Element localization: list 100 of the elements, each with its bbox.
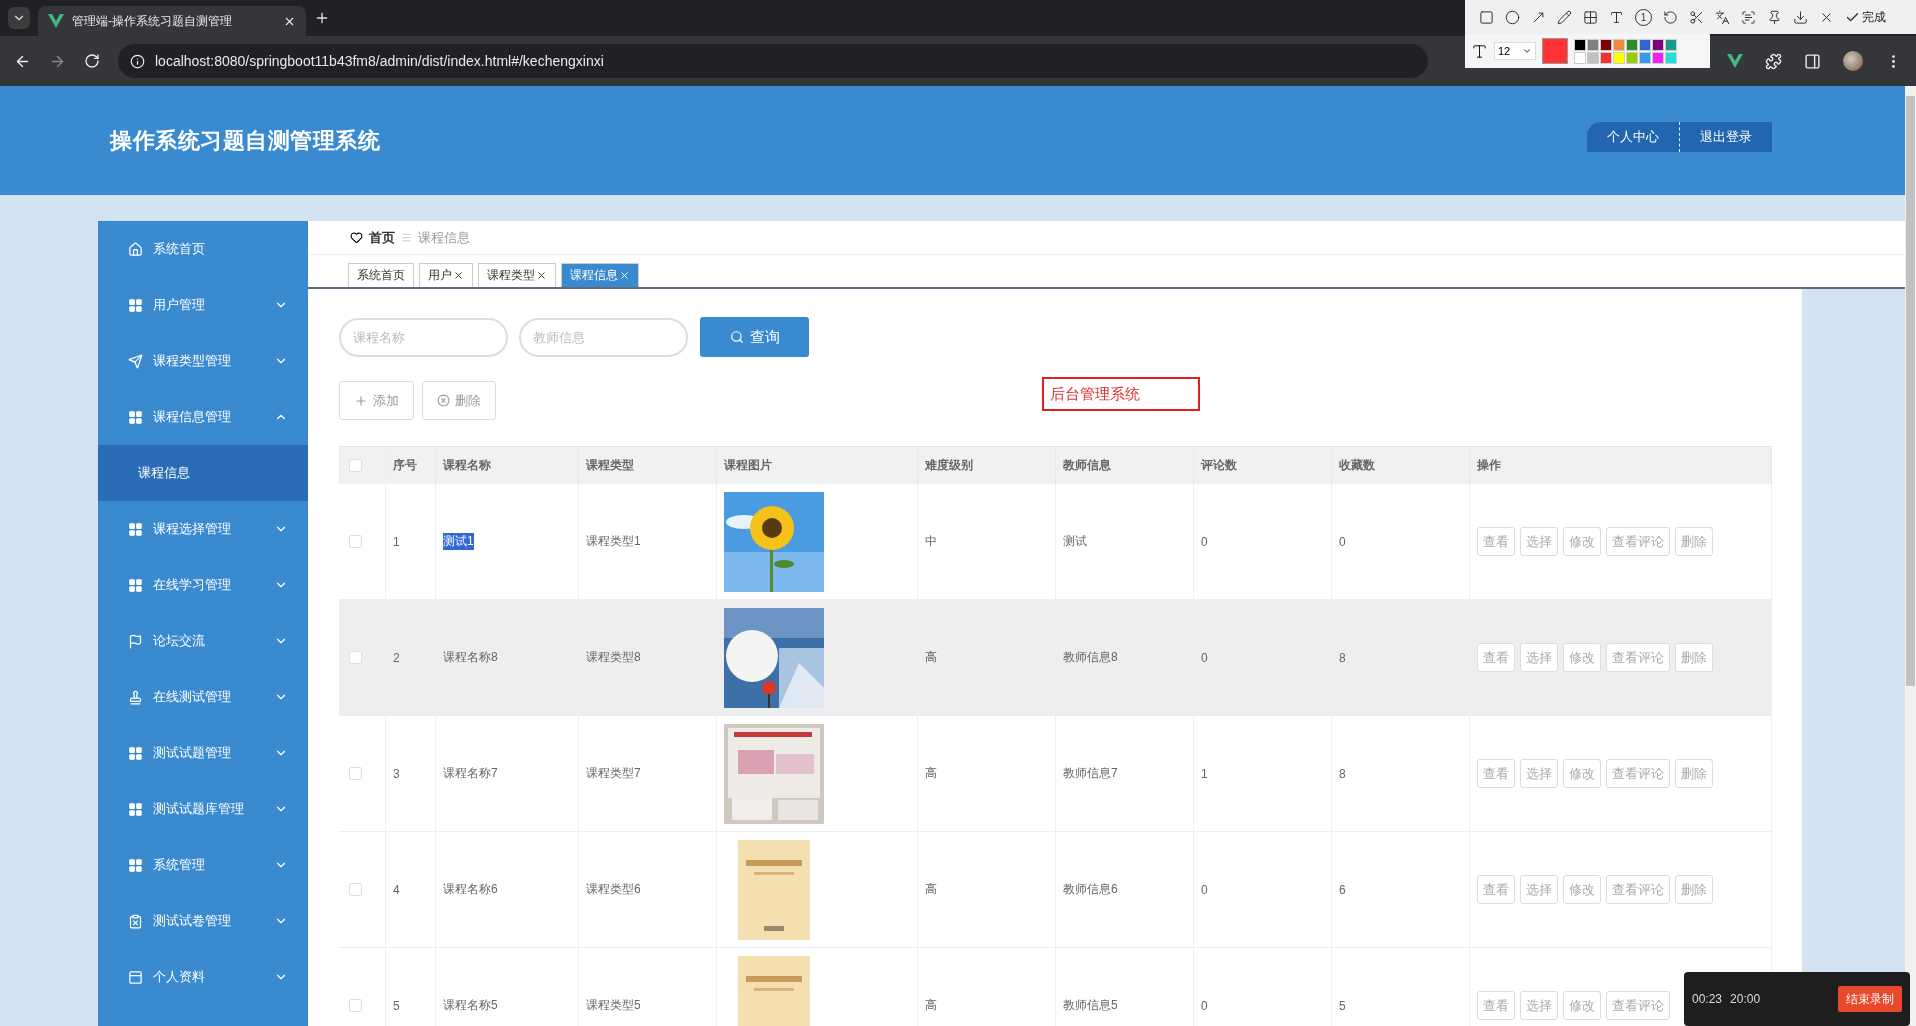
action-button[interactable]: 修改 bbox=[1563, 991, 1601, 1020]
sidebar-item[interactable]: 课程信息管理 bbox=[98, 389, 308, 445]
download-icon[interactable] bbox=[1793, 9, 1808, 25]
action-button[interactable]: 查看 bbox=[1477, 643, 1515, 672]
translate-icon[interactable] bbox=[1715, 9, 1730, 25]
checkbox[interactable] bbox=[349, 651, 362, 664]
breadcrumb-link[interactable]: 首页 bbox=[369, 228, 395, 247]
action-button[interactable]: 查看评论 bbox=[1606, 527, 1670, 556]
sidebar-item[interactable]: 测试试题库管理 bbox=[98, 781, 308, 837]
action-button[interactable]: 删除 bbox=[1675, 643, 1713, 672]
sidebar-item[interactable]: 系统管理 bbox=[98, 837, 308, 893]
search-field[interactable]: 课程名称 bbox=[339, 317, 508, 357]
color-swatch[interactable] bbox=[1626, 38, 1638, 51]
font-size-select[interactable]: 12 bbox=[1494, 42, 1536, 60]
sidebar-item[interactable]: 测试试卷管理 bbox=[98, 893, 308, 949]
action-button[interactable]: 修改 bbox=[1563, 759, 1601, 788]
reload-icon[interactable] bbox=[84, 53, 100, 69]
color-swatch[interactable] bbox=[1652, 38, 1664, 51]
close-icon[interactable] bbox=[453, 270, 464, 281]
action-button[interactable]: 选择 bbox=[1520, 875, 1558, 904]
color-swatch[interactable] bbox=[1587, 51, 1599, 64]
action-button[interactable]: 选择 bbox=[1520, 991, 1558, 1020]
color-swatch[interactable] bbox=[1665, 51, 1677, 64]
browser-tab[interactable]: 管理端-操作系统习题自测管理 bbox=[38, 6, 306, 36]
color-swatch[interactable] bbox=[1613, 51, 1625, 64]
color-swatch[interactable] bbox=[1600, 51, 1612, 64]
action-button[interactable]: 查看评论 bbox=[1606, 875, 1670, 904]
text-tool-icon[interactable] bbox=[1609, 9, 1624, 25]
checkbox[interactable] bbox=[349, 535, 362, 548]
rectangle-tool-icon[interactable] bbox=[1479, 9, 1494, 25]
current-color-swatch[interactable] bbox=[1542, 38, 1568, 64]
color-swatch[interactable] bbox=[1574, 38, 1586, 51]
undo-icon[interactable] bbox=[1663, 9, 1678, 25]
checkbox[interactable] bbox=[349, 459, 362, 472]
sidebar-item[interactable]: 在线测试管理 bbox=[98, 669, 308, 725]
sidebar-item[interactable]: 课程选择管理 bbox=[98, 501, 308, 557]
scissors-icon[interactable] bbox=[1689, 9, 1704, 25]
new-tab-icon[interactable] bbox=[314, 10, 330, 26]
action-button[interactable]: 查看评论 bbox=[1606, 759, 1670, 788]
pencil-tool-icon[interactable] bbox=[1557, 9, 1572, 25]
checkbox[interactable] bbox=[349, 767, 362, 780]
delete-button[interactable]: 删除 bbox=[422, 381, 496, 420]
color-swatch[interactable] bbox=[1652, 51, 1664, 64]
sidebar-item[interactable]: 测试试题管理 bbox=[98, 725, 308, 781]
scan-text-icon[interactable] bbox=[1741, 9, 1756, 25]
stop-recording-button[interactable]: 结束录制 bbox=[1838, 986, 1902, 1012]
color-swatch[interactable] bbox=[1613, 38, 1625, 51]
color-swatch[interactable] bbox=[1600, 38, 1612, 51]
color-swatch[interactable] bbox=[1639, 51, 1651, 64]
checkbox[interactable] bbox=[349, 883, 362, 896]
search-button[interactable]: 查询 bbox=[700, 317, 809, 357]
sidebar-item[interactable]: 个人资料 bbox=[98, 949, 308, 1005]
pin-icon[interactable] bbox=[1767, 9, 1782, 25]
action-button[interactable]: 查看 bbox=[1477, 759, 1515, 788]
sidebar-item[interactable]: 论坛交流 bbox=[98, 613, 308, 669]
action-button[interactable]: 查看评论 bbox=[1606, 991, 1670, 1020]
page-tab[interactable]: 系统首页 bbox=[348, 263, 414, 287]
sidebar-item[interactable]: 系统首页 bbox=[98, 221, 308, 277]
ellipse-tool-icon[interactable] bbox=[1505, 9, 1520, 25]
action-button[interactable]: 查看 bbox=[1477, 875, 1515, 904]
action-button[interactable]: 查看 bbox=[1477, 991, 1515, 1020]
checkbox[interactable] bbox=[349, 999, 362, 1012]
extensions-icon[interactable] bbox=[1765, 52, 1782, 70]
action-button[interactable]: 修改 bbox=[1563, 643, 1601, 672]
action-button[interactable]: 选择 bbox=[1520, 643, 1558, 672]
action-button[interactable]: 查看评论 bbox=[1606, 643, 1670, 672]
color-swatch[interactable] bbox=[1587, 38, 1599, 51]
action-button[interactable]: 删除 bbox=[1675, 527, 1713, 556]
annotation-text-box[interactable]: 后台管理系统 bbox=[1042, 377, 1200, 411]
action-button[interactable]: 查看 bbox=[1477, 527, 1515, 556]
search-field[interactable]: 教师信息 bbox=[519, 317, 688, 357]
close-icon[interactable] bbox=[536, 270, 547, 281]
arrow-tool-icon[interactable] bbox=[1531, 9, 1546, 25]
action-button[interactable]: 选择 bbox=[1520, 527, 1558, 556]
info-icon[interactable] bbox=[130, 53, 145, 69]
action-button[interactable]: 修改 bbox=[1563, 527, 1601, 556]
side-panel-icon[interactable] bbox=[1804, 52, 1821, 70]
color-swatch[interactable] bbox=[1574, 51, 1586, 64]
action-button[interactable]: 选择 bbox=[1520, 759, 1558, 788]
logo-icon[interactable] bbox=[1727, 54, 1743, 68]
sidebar-subitem[interactable]: 课程信息 bbox=[98, 445, 308, 501]
color-swatch[interactable] bbox=[1665, 38, 1677, 51]
tab-list-button[interactable] bbox=[8, 7, 30, 29]
page-tab[interactable]: 课程类型 bbox=[478, 263, 556, 287]
sidebar-item[interactable]: 用户管理 bbox=[98, 277, 308, 333]
header-button[interactable]: 个人中心 bbox=[1587, 121, 1679, 152]
done-button[interactable]: 完成 bbox=[1845, 8, 1886, 26]
sidebar-item[interactable]: 课程类型管理 bbox=[98, 333, 308, 389]
action-button[interactable]: 删除 bbox=[1675, 759, 1713, 788]
mosaic-tool-icon[interactable] bbox=[1583, 9, 1598, 25]
color-swatch[interactable] bbox=[1639, 38, 1651, 51]
color-swatch[interactable] bbox=[1626, 51, 1638, 64]
address-bar[interactable]: localhost:8080/springboot11b43fm8/admin/dist/index.html#/kechengxinxi bbox=[118, 44, 1428, 78]
page-tab[interactable]: 用户 bbox=[419, 263, 473, 287]
action-button[interactable]: 删除 bbox=[1675, 875, 1713, 904]
sidebar-item[interactable]: 在线学习管理 bbox=[98, 557, 308, 613]
add-button[interactable]: 添加 bbox=[339, 381, 414, 420]
avatar[interactable] bbox=[1843, 51, 1863, 71]
scrollbar[interactable] bbox=[1905, 86, 1916, 1026]
header-button[interactable]: 退出登录 bbox=[1679, 121, 1772, 152]
